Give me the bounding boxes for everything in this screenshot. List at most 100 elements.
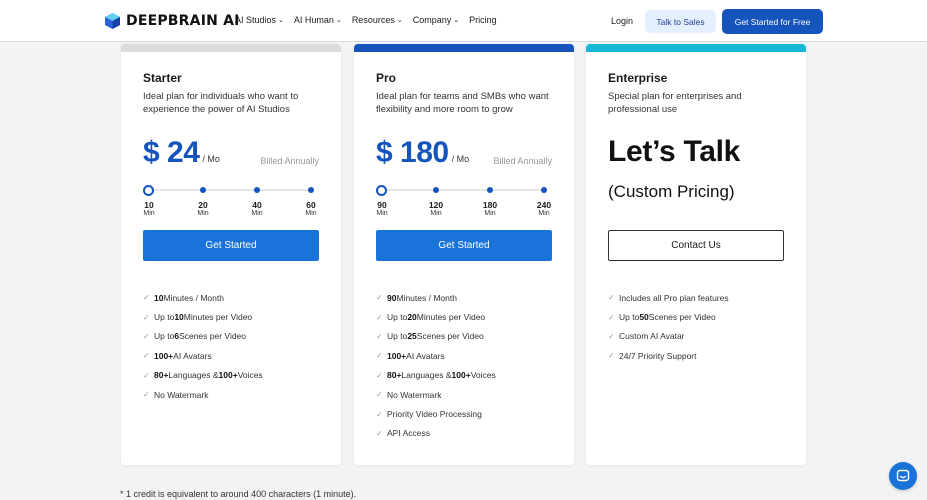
price-period: / Mo — [451, 154, 470, 164]
slider-handle[interactable] — [376, 184, 387, 196]
logo-text: DEEPBRAIN AI — [126, 13, 240, 29]
slider-tick-unit: Min — [430, 210, 442, 217]
feature-text: Custom AI Avatar — [619, 331, 685, 342]
feature-prefix: Up to — [619, 312, 640, 323]
slider-stop[interactable] — [308, 187, 314, 193]
slider-tick-label: 120 — [428, 200, 444, 210]
talk-to-sales-button[interactable]: Talk to Sales — [645, 10, 716, 33]
check-icon: ✓ — [608, 293, 615, 303]
feature-highlight: 100+ — [218, 370, 238, 381]
check-icon: ✓ — [143, 351, 150, 361]
chevron-down-icon: ⌄ — [453, 17, 460, 24]
slider-stop[interactable] — [433, 187, 439, 193]
feature-text: API Access — [387, 428, 430, 439]
get-started-button[interactable]: Get Started — [143, 230, 319, 261]
feature-text: Minutes per Video — [416, 312, 486, 323]
slider-tick-unit: Min — [197, 210, 209, 217]
price-period: / Mo — [202, 154, 220, 164]
feature-list: ✓ Includes all Pro plan features ✓ Up to 5… — [608, 288, 729, 366]
custom-pricing-subheadline: (Custom Pricing) — [608, 182, 735, 201]
feature-list: ✓ 10 Minutes / Month ✓ Up to 10 Minutes pe… — [143, 288, 263, 404]
feature-text: Scenes per Video — [179, 331, 247, 342]
feature-prefix: Up to — [387, 331, 408, 342]
check-icon: ✓ — [143, 331, 150, 341]
plan-name: Starter — [143, 71, 182, 85]
feature-text: Scenes per Video — [416, 331, 484, 342]
price-amount: $ 180 — [376, 136, 449, 169]
feature-text: Languages & — [168, 370, 219, 381]
slider-tick-label: 180 — [482, 200, 498, 210]
feature-highlight: 50 — [639, 312, 649, 323]
slider-track — [148, 189, 312, 191]
feature-prefix: Up to — [387, 312, 408, 323]
plan-card-pro: Pro Ideal plan for teams and SMBs who wa… — [354, 44, 574, 465]
slider-stop[interactable] — [487, 187, 493, 193]
get-started-free-button[interactable]: Get Started for Free — [722, 9, 823, 34]
nav-label: Resources — [351, 15, 395, 25]
slider-stop[interactable] — [254, 187, 260, 193]
nav-pricing[interactable]: Pricing — [469, 15, 497, 25]
plan-name: Enterprise — [608, 71, 668, 85]
card-accent-bar — [354, 44, 574, 52]
nav-company[interactable]: Company ⌄ — [413, 15, 459, 25]
minutes-slider[interactable]: 10 20 40 60 Min Min Min Min — [143, 184, 319, 224]
feature-highlight: 20 — [407, 312, 417, 323]
check-icon: ✓ — [143, 390, 150, 400]
feature-item: ✓ 80+ Languages & 100+ Voices — [143, 366, 263, 385]
plan-card-enterprise: Enterprise Special plan for enterprises … — [586, 44, 806, 465]
logo[interactable]: DEEPBRAIN AI — [105, 13, 240, 29]
feature-item: ✓ API Access — [376, 424, 496, 443]
minutes-slider[interactable]: 90 120 180 240 Min Min Min Min — [376, 184, 552, 224]
chevron-down-icon: ⌄ — [335, 17, 342, 24]
nav-label: AI Human — [293, 15, 334, 25]
feature-item: ✓ Up to 10 Minutes per Video — [143, 307, 263, 326]
contact-us-button[interactable]: Contact Us — [608, 230, 784, 261]
custom-pricing-headline: Let’s Talk — [608, 135, 741, 168]
slider-stop[interactable] — [200, 187, 206, 193]
feature-highlight: 100+ — [387, 350, 407, 361]
slider-tick-unit: Min — [143, 210, 155, 217]
login-link[interactable]: Login — [611, 16, 633, 26]
slider-tick-unit: Min — [305, 210, 317, 217]
feature-text: Minutes / Month — [163, 292, 224, 303]
check-icon: ✓ — [376, 428, 383, 438]
chevron-down-icon: ⌄ — [278, 17, 284, 24]
feature-item: ✓ 24/7 Priority Support — [608, 346, 729, 365]
check-icon: ✓ — [376, 293, 383, 303]
plan-price: $ 180 / Mo — [376, 136, 469, 170]
plan-description: Special plan for enterprises and profess… — [608, 91, 742, 115]
nav-label: Pricing — [469, 15, 497, 25]
chat-support-button[interactable] — [889, 462, 917, 490]
feature-text: Scenes per Video — [648, 312, 716, 323]
feature-item: ✓ Priority Video Processing — [376, 404, 496, 423]
feature-text: AI Avatars — [406, 350, 445, 361]
get-started-button[interactable]: Get Started — [376, 230, 552, 261]
nav-label: AI Studios — [235, 15, 277, 25]
plan-description: Ideal plan for teams and SMBs who want f… — [376, 91, 549, 115]
feature-highlight: 25 — [407, 331, 417, 342]
feature-item: ✓ 100+ AI Avatars — [143, 346, 263, 365]
feature-text: Languages & — [401, 370, 452, 381]
nav-resources[interactable]: Resources ⌄ — [352, 15, 403, 25]
feature-text: Includes all Pro plan features — [619, 292, 729, 303]
feature-highlight: 100+ — [451, 370, 471, 381]
credit-footnote: * 1 credit is equivalent to around 400 c… — [120, 489, 357, 499]
feature-item: ✓ Up to 20 Minutes per Video — [376, 307, 496, 326]
nav-ai-human[interactable]: AI Human ⌄ — [294, 15, 342, 25]
slider-stop[interactable] — [541, 187, 547, 193]
slider-tick-label: 90 — [377, 200, 387, 210]
feature-prefix: Up to — [154, 331, 175, 342]
nav-ai-studios[interactable]: AI Studios ⌄ — [235, 15, 284, 25]
check-icon: ✓ — [608, 351, 615, 361]
feature-item: ✓ 10 Minutes / Month — [143, 288, 263, 307]
slider-tick-label: 10 — [144, 200, 154, 210]
slider-handle[interactable] — [143, 184, 154, 196]
feature-text: AI Avatars — [173, 350, 212, 361]
feature-text: Voices — [470, 370, 496, 381]
plan-description: Ideal plan for individuals who want to e… — [143, 91, 299, 115]
feature-item: ✓ Up to 50 Scenes per Video — [608, 307, 729, 326]
check-icon: ✓ — [143, 293, 150, 303]
feature-item: ✓ 80+ Languages & 100+ Voices — [376, 366, 496, 385]
slider-tick-label: 240 — [536, 200, 552, 210]
top-nav-bar: DEEPBRAIN AI AI Studios ⌄ AI Human ⌄ Resou… — [0, 0, 927, 42]
